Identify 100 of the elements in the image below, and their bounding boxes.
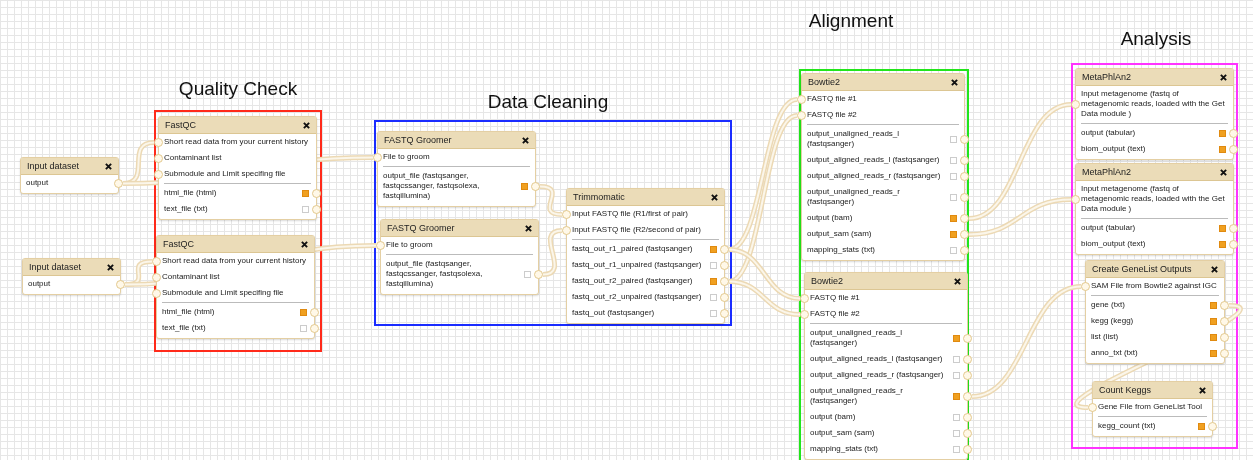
group-title: Analysis: [1120, 28, 1192, 50]
input-label: FASTQ file #2: [810, 309, 861, 319]
node-title: MetaPhlAn2: [1082, 167, 1132, 177]
output-label: fastq_out (fastqsanger): [572, 308, 656, 318]
input-label: SAM File from Bowtie2 against IGC: [1091, 281, 1218, 291]
close-icon[interactable]: [954, 277, 961, 285]
close-icon[interactable]: [105, 162, 112, 170]
close-icon[interactable]: [107, 263, 114, 271]
input-terminal[interactable]: [1071, 195, 1080, 204]
close-icon[interactable]: [951, 78, 958, 86]
close-icon[interactable]: [1211, 265, 1218, 273]
close-icon[interactable]: [301, 240, 308, 248]
output-marker[interactable]: [1219, 129, 1226, 137]
output-label: mapping_stats (txt): [810, 444, 880, 454]
output-marker[interactable]: [953, 355, 960, 363]
output-marker[interactable]: [1210, 333, 1217, 341]
output-marker[interactable]: [953, 334, 960, 342]
output-label: kegg (kegg): [1091, 316, 1135, 326]
input-label: Contaminant list: [164, 153, 223, 163]
close-icon[interactable]: [1220, 168, 1227, 176]
output-label: output_file (fastqsanger, fastqcssanger, fastqsolexa, fastqillumina): [386, 259, 484, 289]
output-marker[interactable]: [1219, 224, 1226, 232]
output-label: biom_output (text): [1081, 144, 1147, 154]
output-marker[interactable]: [1198, 422, 1205, 430]
output-marker[interactable]: [710, 261, 717, 269]
close-icon[interactable]: [711, 193, 718, 201]
output-label: output_aligned_reads_l (fastqsanger): [807, 155, 941, 165]
close-icon[interactable]: [1199, 386, 1206, 394]
output-label: output_aligned_reads_r (fastqsanger): [810, 370, 945, 380]
input-label: Input FASTQ file (R2/second of pair): [572, 225, 702, 235]
input-label: Contaminant list: [162, 272, 221, 282]
output-label: text_file (txt): [164, 204, 209, 214]
output-marker[interactable]: [953, 429, 960, 437]
output-label: mapping_stats (txt): [807, 245, 877, 255]
input-terminal[interactable]: [376, 241, 385, 250]
output-marker[interactable]: [302, 205, 309, 213]
input-terminal[interactable]: [1088, 403, 1097, 412]
output-marker[interactable]: [950, 135, 957, 143]
output-label: fastq_out_r1_unpaired (fastqsanger): [572, 260, 703, 270]
output-marker[interactable]: [1210, 349, 1217, 357]
output-marker[interactable]: [1210, 301, 1217, 309]
close-icon[interactable]: [303, 121, 310, 129]
output-marker[interactable]: [710, 293, 717, 301]
output-label: output (bam): [807, 213, 854, 223]
output-marker[interactable]: [1219, 240, 1226, 248]
output-label: output_aligned_reads_l (fastqsanger): [810, 354, 944, 364]
output-label: output_file (fastqsanger, fastqcssanger, fastqsolexa, fastqillumina): [383, 171, 481, 201]
input-terminal[interactable]: [373, 153, 382, 162]
output-marker[interactable]: [524, 270, 531, 278]
node-title: FASTQ Groomer: [384, 135, 452, 145]
node-title: Trimmomatic: [573, 192, 625, 202]
output-marker[interactable]: [950, 193, 957, 201]
output-marker[interactable]: [950, 230, 957, 238]
output-label: output_aligned_reads_r (fastqsanger): [807, 171, 942, 181]
output-marker[interactable]: [302, 189, 309, 197]
output-label: gene (txt): [1091, 300, 1126, 310]
output-marker[interactable]: [1219, 145, 1226, 153]
output-marker[interactable]: [710, 277, 717, 285]
output-marker[interactable]: [950, 172, 957, 180]
close-icon[interactable]: [525, 224, 532, 232]
output-label: output_unaligned_reads_r (fastqsanger): [810, 386, 904, 406]
output-label: html_file (html): [162, 307, 216, 317]
output-label: kegg_count (txt): [1098, 421, 1157, 431]
output-marker[interactable]: [950, 246, 957, 254]
output-marker[interactable]: [710, 309, 717, 317]
output-marker[interactable]: [710, 245, 717, 253]
output-marker[interactable]: [950, 156, 957, 164]
output-marker[interactable]: [521, 182, 528, 190]
output-marker[interactable]: [1210, 317, 1217, 325]
input-label: File to groom: [383, 152, 431, 162]
node-title: FASTQ Groomer: [387, 223, 455, 233]
output-marker[interactable]: [300, 324, 307, 332]
output-terminal[interactable]: [963, 392, 972, 401]
output-marker[interactable]: [953, 371, 960, 379]
output-marker[interactable]: [953, 392, 960, 400]
output-terminal[interactable]: [963, 334, 972, 343]
node-title: Create GeneList Outputs: [1092, 264, 1192, 274]
output-label: output: [28, 279, 52, 289]
close-icon[interactable]: [522, 136, 529, 144]
close-icon[interactable]: [1220, 73, 1227, 81]
output-label: list (list): [1091, 332, 1120, 342]
input-label: Short read data from your current history: [162, 256, 308, 266]
input-label: FASTQ file #1: [807, 94, 858, 104]
output-terminal[interactable]: [960, 135, 969, 144]
node-title: Bowtie2: [811, 276, 844, 286]
output-label: output_unaligned_reads_l (fastqsanger): [810, 328, 904, 348]
input-label: File to groom: [386, 240, 434, 250]
output-label: output (tabular): [1081, 223, 1137, 233]
output-label: fastq_out_r2_paired (fastqsanger): [572, 276, 694, 286]
output-marker[interactable]: [950, 214, 957, 222]
output-label: output: [26, 178, 50, 188]
output-marker[interactable]: [953, 413, 960, 421]
output-label: output_unaligned_reads_r (fastqsanger): [807, 187, 901, 207]
output-marker[interactable]: [953, 445, 960, 453]
output-marker[interactable]: [300, 308, 307, 316]
group-title: Data Cleaning: [487, 91, 609, 113]
input-terminal[interactable]: [1071, 100, 1080, 109]
input-terminal[interactable]: [1081, 282, 1090, 291]
output-terminal[interactable]: [960, 193, 969, 202]
group-title: Alignment: [808, 10, 894, 32]
